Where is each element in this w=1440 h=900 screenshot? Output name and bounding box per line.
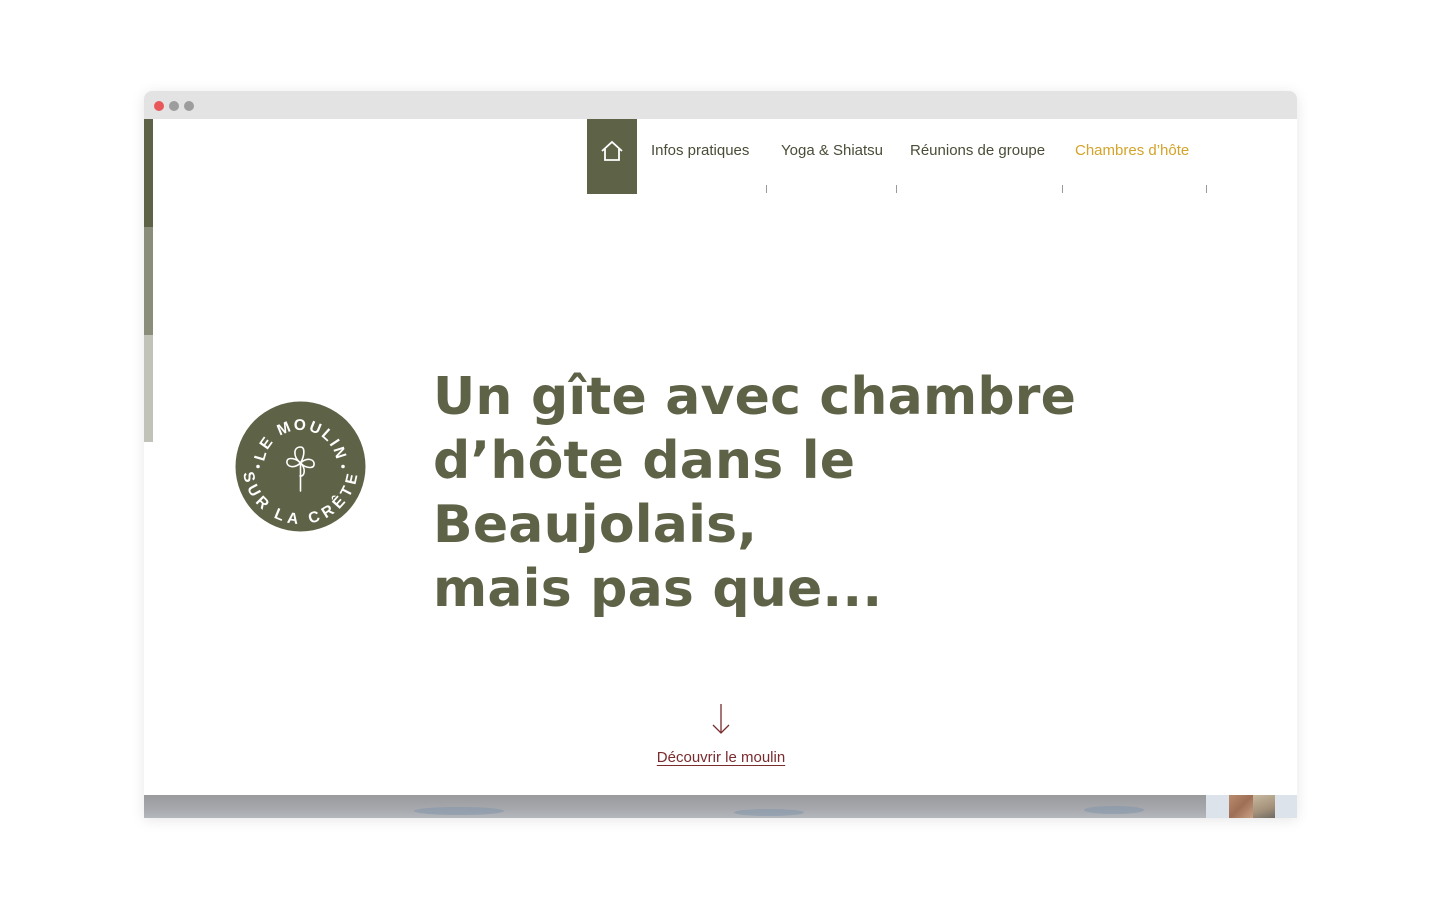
nav-divider-tick	[1206, 185, 1207, 193]
browser-titlebar	[144, 91, 1297, 119]
side-progress-segment-1	[144, 119, 153, 227]
nav-divider-tick	[766, 185, 767, 193]
gallery-thumbnail-strip	[1206, 795, 1297, 818]
hero-title-line: Un gîte avec chambre	[433, 367, 1077, 427]
side-progress-segment-2	[144, 227, 153, 335]
home-button[interactable]	[587, 119, 637, 194]
discover-moulin-link[interactable]: Découvrir le moulin	[604, 749, 838, 766]
nav-item-chambres-d-hote[interactable]: Chambres d’hôte	[1075, 142, 1189, 159]
browser-window: Infos pratiques Yoga & Shiatsu Réunions …	[144, 91, 1297, 818]
hero-title: Un gîte avec chambre d’hôte dans le Beau…	[433, 365, 1193, 621]
maximize-window-dot[interactable]	[184, 101, 194, 111]
nav-item-reunions-de-groupe[interactable]: Réunions de groupe	[910, 142, 1045, 159]
nav-divider-tick	[1062, 185, 1063, 193]
close-window-dot[interactable]	[154, 101, 164, 111]
gallery-thumbnail[interactable]	[1229, 795, 1253, 818]
hero-photo-strip	[144, 795, 1206, 818]
minimize-window-dot[interactable]	[169, 101, 179, 111]
side-progress-segment-3	[144, 335, 153, 442]
moulin-logo[interactable]: LE MOULIN SUR LA CRÊTE	[235, 401, 366, 532]
nav-item-yoga-shiatsu[interactable]: Yoga & Shiatsu	[781, 142, 883, 159]
hero-title-line: mais pas que...	[433, 559, 883, 619]
house-icon	[601, 140, 623, 161]
gallery-thumbnail[interactable]	[1253, 795, 1275, 818]
arrow-down-icon[interactable]	[710, 703, 732, 735]
hero-title-line: d’hôte dans le Beaujolais,	[433, 431, 856, 555]
page-viewport: Infos pratiques Yoga & Shiatsu Réunions …	[144, 119, 1297, 818]
nav-item-infos-pratiques[interactable]: Infos pratiques	[651, 142, 749, 159]
nav-divider-tick	[896, 185, 897, 193]
